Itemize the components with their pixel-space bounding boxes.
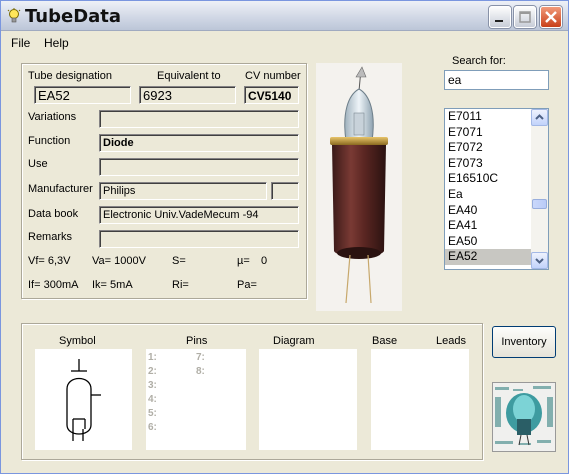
- mu-value: 0: [261, 255, 268, 267]
- result-item[interactable]: EA41: [445, 218, 531, 234]
- ri-value: Ri=: [172, 279, 189, 291]
- pins-box: 1: 2: 3: 4: 5: 6: 7: 8:: [146, 349, 246, 450]
- chevron-down-icon: [535, 258, 544, 264]
- databook-label: Data book: [28, 208, 79, 220]
- ik-value: Ik= 5mA: [92, 279, 133, 291]
- symbol-label: Symbol: [59, 335, 96, 347]
- cv-number-field: CV5140: [244, 86, 299, 104]
- pin-label: 3:: [148, 380, 157, 391]
- remarks-field: [99, 230, 299, 248]
- inventory-button[interactable]: Inventory: [492, 326, 556, 358]
- minimize-button[interactable]: [489, 6, 511, 28]
- cv-number-label: CV number: [245, 70, 301, 82]
- base-leads-box: [371, 349, 469, 450]
- window-title: TubeData: [25, 6, 122, 27]
- results-listbox[interactable]: E7011 E7071 E7072 E7073 E16510C Ea EA40 EA41 EA5…: [444, 108, 549, 270]
- manufacturer-field: Philips: [99, 182, 267, 200]
- scroll-thumb[interactable]: [532, 199, 547, 209]
- maximize-button[interactable]: [514, 6, 536, 28]
- result-item[interactable]: E7071: [445, 125, 531, 141]
- menu-file[interactable]: File: [11, 36, 30, 50]
- result-item[interactable]: EA52: [445, 249, 531, 265]
- pin-label: 6:: [148, 422, 157, 433]
- variations-label: Variations: [28, 111, 77, 123]
- remarks-label: Remarks: [28, 231, 73, 243]
- base-label: Base: [372, 335, 398, 347]
- result-item[interactable]: E16510C: [445, 171, 531, 187]
- search-input[interactable]: ea: [444, 70, 549, 90]
- result-item[interactable]: E7072: [445, 140, 531, 156]
- function-label: Function: [28, 135, 71, 147]
- manufacturer-label: Manufacturer: [28, 183, 93, 195]
- pin-label: 8:: [196, 366, 205, 377]
- manufacturer-extra-field: [271, 182, 299, 200]
- use-field: [99, 158, 299, 176]
- diagram-box: [259, 349, 357, 450]
- title-bar[interactable]: TubeData: [1, 1, 568, 31]
- tube-designation-field: EA52: [34, 86, 131, 104]
- bulb-icon: [7, 8, 21, 23]
- pin-label: 2:: [148, 366, 157, 377]
- results-scrollbar[interactable]: [531, 109, 548, 269]
- mu-label: µ=: [237, 255, 250, 267]
- diagram-label: Diagram: [273, 335, 315, 347]
- menu-bar: File Help: [1, 32, 568, 52]
- symbol-box: [35, 349, 132, 450]
- close-icon: [545, 11, 557, 23]
- result-item[interactable]: EA40: [445, 203, 531, 219]
- s-value: S=: [172, 255, 186, 267]
- minimize-icon: [495, 20, 503, 22]
- va-value: Va= 1000V: [92, 255, 146, 267]
- pins-label: Pins: [186, 335, 208, 347]
- menu-help[interactable]: Help: [44, 36, 69, 50]
- if-value: If= 300mA: [28, 279, 79, 291]
- leads-label: Leads: [436, 335, 466, 347]
- pin-label: 1:: [148, 352, 157, 363]
- result-item[interactable]: EA50: [445, 234, 531, 250]
- pin-label: 5:: [148, 408, 157, 419]
- app-window: TubeData File Help Tube designation Equi…: [0, 0, 569, 474]
- scroll-down-button[interactable]: [531, 252, 548, 269]
- variations-field: [99, 110, 299, 128]
- databook-field: Electronic Univ.VadeMecum -94: [99, 206, 299, 224]
- vf-value: Vf= 6,3V: [28, 255, 71, 267]
- result-item[interactable]: E7073: [445, 156, 531, 172]
- chevron-up-icon: [535, 114, 544, 120]
- pa-value: Pa=: [237, 279, 257, 291]
- equivalent-field: 6923: [139, 86, 236, 104]
- pin-label: 4:: [148, 394, 157, 405]
- function-field: Diode: [99, 134, 299, 152]
- pin-label: 7:: [196, 352, 205, 363]
- use-label: Use: [28, 158, 48, 170]
- scroll-up-button[interactable]: [531, 109, 548, 126]
- tube-photo: [316, 63, 402, 311]
- search-label: Search for:: [452, 55, 506, 67]
- maximize-icon: [519, 11, 531, 23]
- app-logo: [492, 382, 556, 452]
- result-item[interactable]: E7011: [445, 109, 531, 125]
- equivalent-label: Equivalent to: [157, 70, 221, 82]
- result-item[interactable]: Ea: [445, 187, 531, 203]
- diode-symbol: [66, 359, 101, 441]
- tube-designation-label: Tube designation: [28, 70, 112, 82]
- close-button[interactable]: [540, 6, 562, 28]
